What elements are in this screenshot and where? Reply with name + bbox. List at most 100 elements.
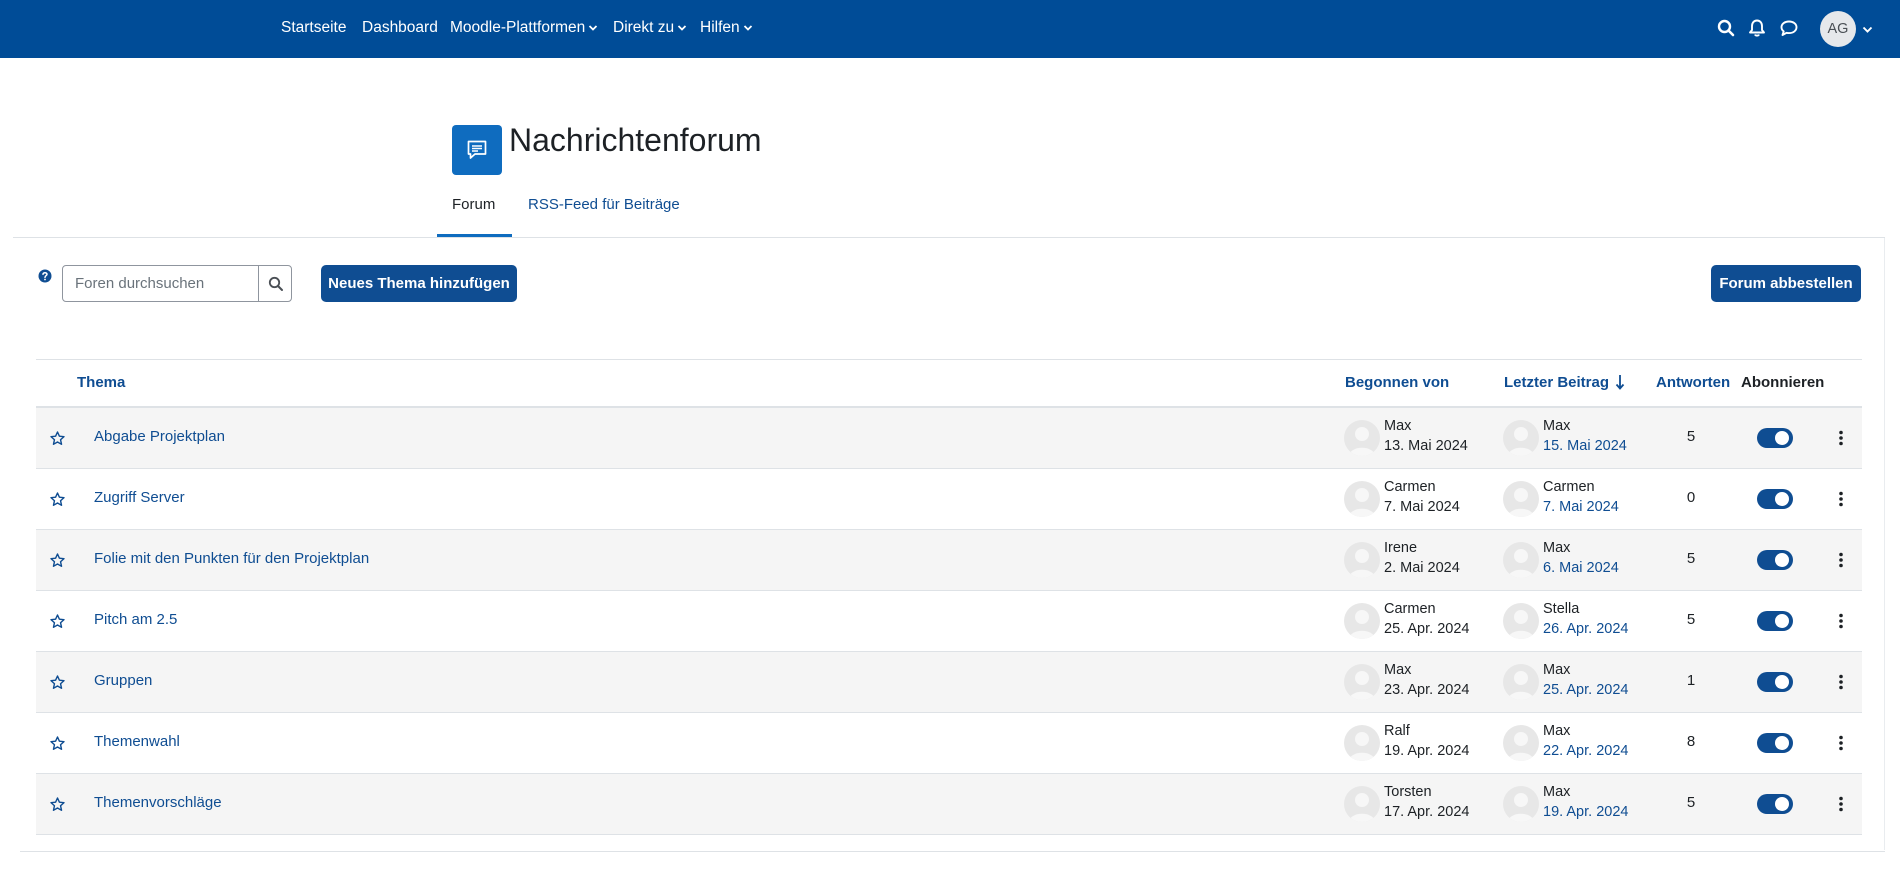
- avatar[interactable]: [1503, 664, 1539, 700]
- nav-item-dashboard[interactable]: Dashboard: [362, 0, 438, 58]
- star-icon[interactable]: [49, 674, 66, 691]
- toggle-knob: [1775, 492, 1789, 506]
- subscribe-toggle[interactable]: [1757, 672, 1793, 692]
- avatar[interactable]: [1344, 481, 1380, 517]
- last-post-date-link[interactable]: 22. Apr. 2024: [1543, 743, 1628, 759]
- last-post-date-link[interactable]: 19. Apr. 2024: [1543, 804, 1628, 820]
- unsubscribe-forum-button[interactable]: Forum abbestellen: [1711, 265, 1861, 302]
- last-post-date-link[interactable]: 7. Mai 2024: [1543, 499, 1619, 515]
- last-post-date-link[interactable]: 6. Mai 2024: [1543, 560, 1619, 576]
- last-post-date-link[interactable]: 25. Apr. 2024: [1543, 682, 1628, 698]
- avatar[interactable]: [1503, 481, 1539, 517]
- divider: [1884, 238, 1885, 850]
- column-header-replies[interactable]: Antworten: [1656, 374, 1730, 391]
- last-post-date-link[interactable]: 26. Apr. 2024: [1543, 621, 1628, 637]
- more-actions-icon[interactable]: [1837, 672, 1845, 692]
- more-actions-icon[interactable]: [1837, 489, 1845, 509]
- default-user-icon: [1508, 549, 1534, 578]
- tab-forum[interactable]: Forum: [452, 196, 495, 213]
- avatar[interactable]: [1503, 786, 1539, 822]
- avatar[interactable]: [1503, 725, 1539, 761]
- column-header-subscribe: Abonnieren: [1741, 374, 1825, 391]
- search-icon[interactable]: [1716, 18, 1736, 38]
- column-header-topic[interactable]: Thema: [77, 374, 125, 391]
- subscribe-toggle[interactable]: [1757, 428, 1793, 448]
- subscribe-toggle[interactable]: [1757, 733, 1793, 753]
- default-user-icon: [1508, 610, 1534, 639]
- reply-count: 5: [1686, 428, 1696, 445]
- default-user-icon: [1508, 671, 1534, 700]
- avatar[interactable]: [1503, 603, 1539, 639]
- more-actions-icon[interactable]: [1837, 550, 1845, 570]
- forum-icon-glyph: [467, 140, 487, 159]
- topic-link[interactable]: Folie mit den Punkten für den Projektpla…: [94, 550, 369, 567]
- help-icon[interactable]: [38, 269, 52, 283]
- chat-icon[interactable]: [1779, 18, 1799, 38]
- table-row: Folie mit den Punkten für den Projektpla…: [36, 530, 1862, 591]
- started-date: 23. Apr. 2024: [1384, 682, 1470, 698]
- last-post-date-link[interactable]: 15. Mai 2024: [1543, 438, 1627, 454]
- column-header-started-by[interactable]: Begonnen von: [1345, 374, 1449, 391]
- star-icon[interactable]: [49, 796, 66, 813]
- bell-icon[interactable]: [1747, 18, 1767, 38]
- topic-link[interactable]: Themenvorschläge: [94, 794, 222, 811]
- subscribe-toggle[interactable]: [1757, 489, 1793, 509]
- forum-search: [62, 265, 292, 302]
- subscribe-toggle[interactable]: [1757, 794, 1793, 814]
- toggle-knob: [1775, 736, 1789, 750]
- nav-item-startseite[interactable]: Startseite: [281, 0, 346, 58]
- subscribe-toggle[interactable]: [1757, 550, 1793, 570]
- last-post-name: Stella: [1543, 601, 1580, 617]
- nav-item-label: Hilfen: [700, 19, 740, 36]
- default-user-icon: [1508, 488, 1534, 517]
- started-date: 7. Mai 2024: [1384, 499, 1460, 515]
- star-icon[interactable]: [49, 552, 66, 569]
- chevron-down-icon: [743, 25, 752, 31]
- table-row: Gruppen Max 23. Apr. 2024 Max 25. Apr. 2024 1: [36, 652, 1862, 713]
- more-actions-icon[interactable]: [1837, 794, 1845, 814]
- chevron-down-icon[interactable]: [1862, 24, 1873, 35]
- topic-link[interactable]: Abgabe Projektplan: [94, 428, 225, 445]
- user-avatar[interactable]: AG: [1820, 11, 1856, 47]
- avatar[interactable]: [1344, 786, 1380, 822]
- started-by-name: Max: [1384, 418, 1412, 434]
- add-topic-button[interactable]: Neues Thema hinzufügen: [321, 265, 517, 302]
- nav-item-direkt-zu[interactable]: Direkt zu: [613, 0, 687, 58]
- star-icon[interactable]: [49, 613, 66, 630]
- star-icon[interactable]: [49, 735, 66, 752]
- toggle-knob: [1775, 553, 1789, 567]
- started-by-name: Irene: [1384, 540, 1418, 556]
- more-actions-icon[interactable]: [1837, 733, 1845, 753]
- started-date: 13. Mai 2024: [1384, 438, 1468, 454]
- avatar[interactable]: [1344, 542, 1380, 578]
- default-user-icon: [1349, 549, 1375, 578]
- star-icon[interactable]: [49, 430, 66, 447]
- avatar[interactable]: [1344, 664, 1380, 700]
- avatar[interactable]: [1503, 420, 1539, 456]
- topic-link[interactable]: Zugriff Server: [94, 489, 185, 506]
- column-header-label: Letzter Beitrag: [1504, 374, 1610, 391]
- more-actions-icon[interactable]: [1837, 611, 1845, 631]
- started-by-name: Max: [1384, 662, 1412, 678]
- toggle-knob: [1775, 431, 1789, 445]
- search-button[interactable]: [258, 266, 291, 301]
- last-post-name: Max: [1543, 662, 1571, 678]
- more-actions-icon[interactable]: [1837, 428, 1845, 448]
- nav-item-moodle-plattformen[interactable]: Moodle-Plattformen: [450, 0, 598, 58]
- search-input[interactable]: [63, 266, 258, 301]
- topic-link[interactable]: Gruppen: [94, 672, 152, 689]
- tab-rss-feed[interactable]: RSS-Feed für Beiträge: [528, 196, 680, 213]
- last-post-name: Max: [1543, 723, 1571, 739]
- nav-item-hilfen[interactable]: Hilfen: [700, 0, 753, 58]
- star-icon[interactable]: [49, 491, 66, 508]
- avatar[interactable]: [1344, 603, 1380, 639]
- topic-link[interactable]: Themenwahl: [94, 733, 180, 750]
- avatar[interactable]: [1503, 542, 1539, 578]
- avatar[interactable]: [1344, 725, 1380, 761]
- sort-descending-icon: [1615, 375, 1625, 390]
- subscribe-toggle[interactable]: [1757, 611, 1793, 631]
- topic-link[interactable]: Pitch am 2.5: [94, 611, 177, 628]
- column-header-last-post[interactable]: Letzter Beitrag: [1504, 374, 1625, 391]
- avatar[interactable]: [1344, 420, 1380, 456]
- toggle-knob: [1775, 797, 1789, 811]
